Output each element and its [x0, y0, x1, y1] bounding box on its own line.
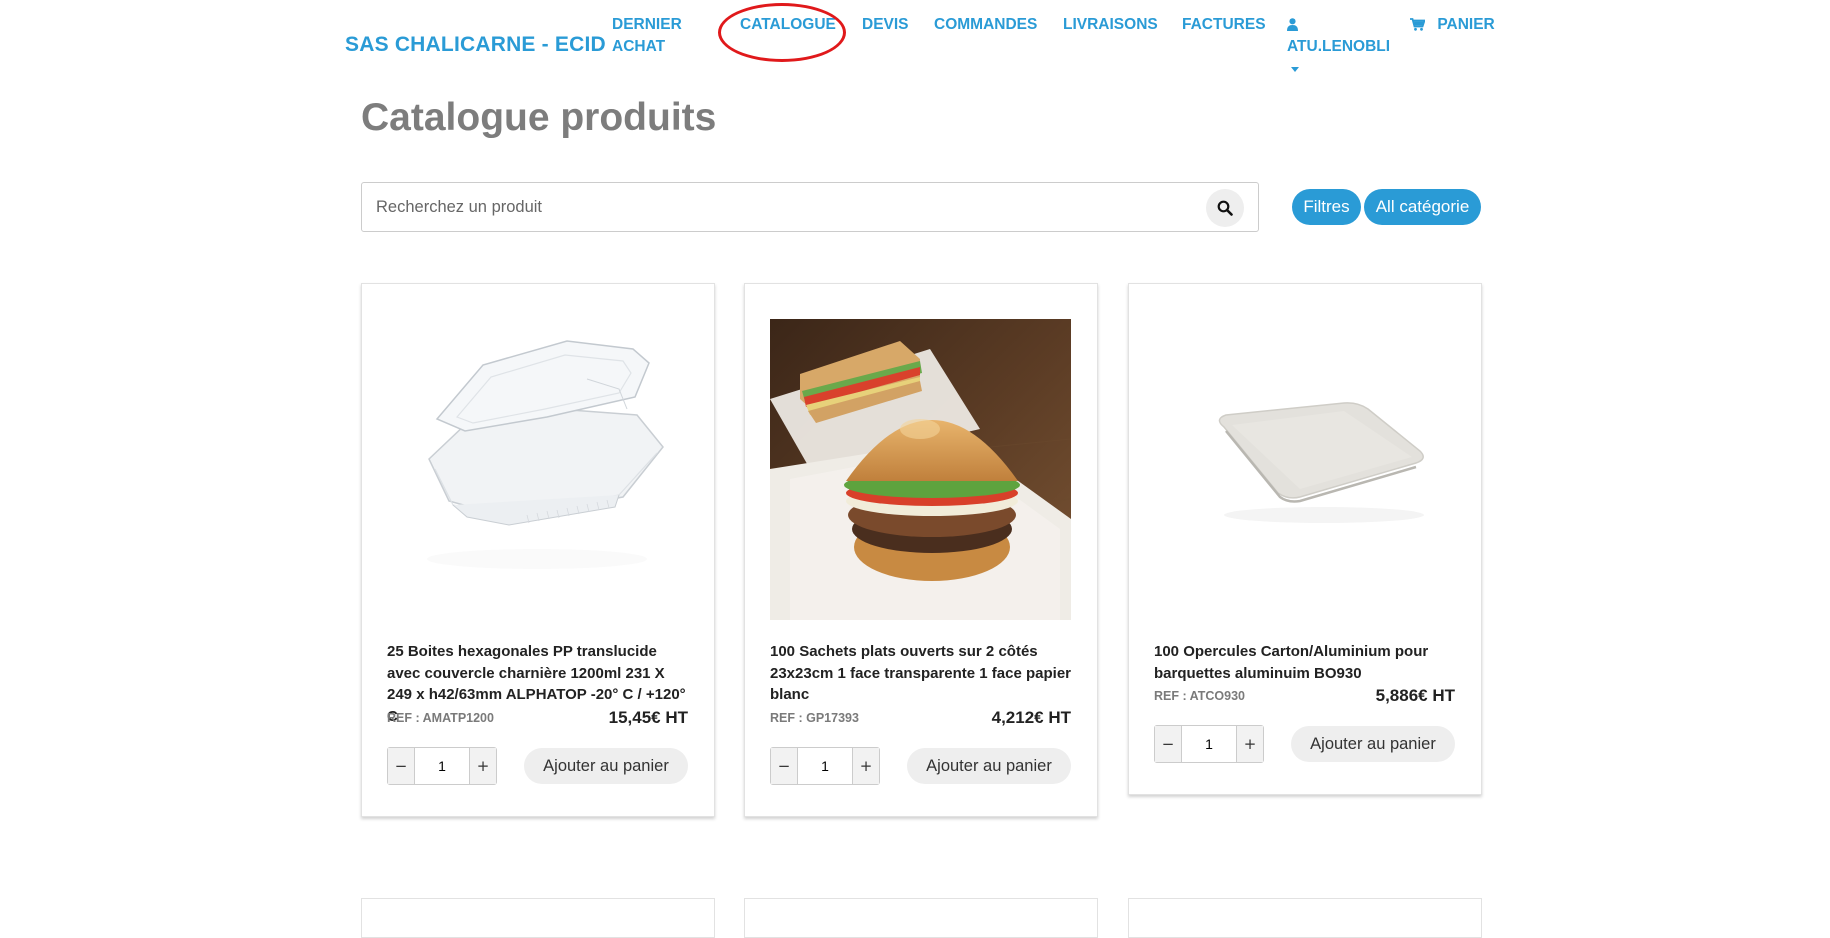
quantity-increase-button[interactable]: +: [1236, 726, 1263, 762]
nav-label: CATALOGUE: [740, 16, 836, 33]
page-title: Catalogue produits: [361, 96, 717, 139]
add-to-cart-button[interactable]: Ajouter au panier: [1291, 726, 1455, 762]
category-dropdown-button[interactable]: All catégorie: [1364, 189, 1481, 225]
quantity-stepper: − +: [770, 747, 880, 785]
quantity-decrease-button[interactable]: −: [1155, 726, 1182, 762]
product-price: 5,886€ HT: [1375, 686, 1455, 705]
nav-label: LIVRAISONS: [1063, 16, 1158, 33]
quantity-stepper: − +: [1154, 725, 1264, 763]
product-card: 100 Opercules Carton/Aluminium pour barq…: [1128, 283, 1482, 795]
quantity-increase-button[interactable]: +: [469, 748, 496, 784]
product-card: [1128, 898, 1482, 938]
product-ref: REF : GP17393: [770, 711, 859, 725]
product-card: [744, 898, 1098, 938]
add-to-cart-button[interactable]: Ajouter au panier: [524, 748, 688, 784]
quantity-decrease-button[interactable]: −: [388, 748, 415, 784]
quantity-input[interactable]: [1183, 726, 1235, 762]
chevron-down-icon: [1291, 67, 1299, 72]
nav-label: COMMANDES: [934, 16, 1038, 33]
quantity-input[interactable]: [799, 748, 851, 784]
quantity-increase-button[interactable]: +: [852, 748, 879, 784]
nav-item-factures[interactable]: FACTURES: [1182, 14, 1266, 36]
nav-item-catalogue[interactable]: CATALOGUE: [740, 14, 836, 36]
product-ref: REF : AMATP1200: [387, 711, 494, 725]
quantity-decrease-button[interactable]: −: [771, 748, 798, 784]
product-price: 4,212€ HT: [991, 708, 1071, 727]
nav-item-devis[interactable]: DEVIS: [862, 14, 909, 36]
user-icon: [1287, 14, 1390, 36]
nav-item-dernier-achat[interactable]: DERNIER ACHAT: [612, 14, 682, 58]
product-card: 25 Boites hexagonales PP translucide ave…: [361, 283, 715, 817]
product-title[interactable]: 100 Sachets plats ouverts sur 2 côtés 23…: [770, 641, 1075, 706]
nav-label-line2: ACHAT: [612, 38, 666, 55]
nav-label: DEVIS: [862, 16, 909, 33]
product-image[interactable]: [1154, 319, 1455, 620]
product-image[interactable]: [387, 319, 688, 620]
product-price: 15,45€ HT: [608, 708, 688, 727]
search-input[interactable]: [362, 183, 1192, 231]
quantity-input[interactable]: [416, 748, 468, 784]
top-navbar: SAS CHALICARNE - ECID DERNIER ACHAT CATA…: [345, 0, 1495, 80]
nav-item-panier[interactable]: PANIER: [1410, 14, 1495, 36]
product-card: 100 Sachets plats ouverts sur 2 côtés 23…: [744, 283, 1098, 817]
nav-item-commandes[interactable]: COMMANDES: [934, 14, 1037, 36]
product-title[interactable]: 100 Opercules Carton/Aluminium pour barq…: [1154, 641, 1459, 684]
search-icon: [1217, 200, 1233, 216]
brand-name[interactable]: SAS CHALICARNE - ECID: [345, 33, 606, 57]
add-to-cart-button[interactable]: Ajouter au panier: [907, 748, 1071, 784]
nav-item-livraisons[interactable]: LIVRAISONS: [1063, 14, 1158, 36]
product-ref: REF : ATCO930: [1154, 689, 1245, 703]
product-card: [361, 898, 715, 938]
search-button[interactable]: [1206, 189, 1244, 227]
product-image[interactable]: [770, 319, 1071, 620]
quantity-stepper: − +: [387, 747, 497, 785]
user-name: ATU.LENOBLI: [1287, 38, 1391, 55]
nav-item-user-menu[interactable]: ATU.LENOBLI: [1287, 14, 1390, 72]
cart-icon: [1410, 16, 1429, 33]
nav-label-line1: DERNIER: [612, 16, 682, 33]
search-box: [361, 182, 1259, 232]
filters-button[interactable]: Filtres: [1292, 189, 1361, 225]
cart-label: PANIER: [1437, 16, 1495, 33]
nav-label: FACTURES: [1182, 16, 1266, 33]
